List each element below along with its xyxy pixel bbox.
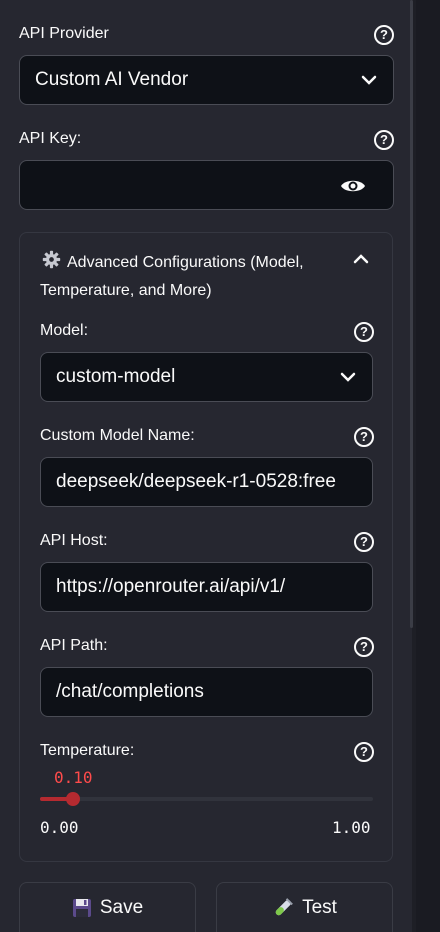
temperature-value: 0.10 [54, 768, 93, 787]
scrollbar-thumb[interactable] [410, 0, 413, 628]
main-area-edge [416, 0, 440, 932]
test-label: Test [302, 896, 337, 918]
api-host-value: https://openrouter.ai/api/v1/ [56, 576, 286, 597]
temperature-max: 1.00 [332, 818, 371, 837]
save-button[interactable]: Save [19, 882, 196, 932]
eye-icon[interactable] [340, 177, 366, 195]
help-icon[interactable]: ? [354, 742, 374, 762]
chevron-down-icon [361, 75, 377, 85]
help-icon[interactable]: ? [354, 532, 374, 552]
api-path-label: API Path: [40, 637, 108, 654]
help-icon[interactable]: ? [354, 322, 374, 342]
chevron-down-icon [340, 372, 356, 382]
help-icon[interactable]: ? [374, 130, 394, 150]
api-key-input[interactable] [19, 160, 394, 210]
help-icon[interactable]: ? [374, 25, 394, 45]
floppy-disk-icon [72, 898, 91, 917]
save-label: Save [99, 896, 144, 918]
temperature-min: 0.00 [40, 818, 79, 837]
provider-label: API Provider [19, 25, 109, 42]
custom-model-value: deepseek/deepseek-r1-0528:free [56, 471, 336, 492]
test-tube-icon [275, 897, 293, 915]
temperature-label: Temperature: [40, 742, 135, 759]
custom-model-input[interactable]: deepseek/deepseek-r1-0528:free [40, 457, 373, 507]
api-host-label: API Host: [40, 532, 108, 549]
api-path-value: /chat/completions [56, 681, 204, 702]
temperature-slider[interactable] [40, 792, 373, 806]
help-icon[interactable]: ? [354, 637, 374, 657]
help-icon[interactable]: ? [354, 427, 374, 447]
test-button[interactable]: Test [216, 882, 393, 932]
model-label: Model: [40, 322, 89, 339]
model-value: custom-model [56, 366, 176, 387]
chevron-up-icon[interactable] [353, 254, 369, 264]
provider-value: Custom AI Vendor [35, 69, 189, 90]
provider-select[interactable]: Custom AI Vendor [19, 55, 394, 105]
api-path-input[interactable]: /chat/completions [40, 667, 373, 717]
advanced-expander-header[interactable]: Advanced Configurations (Model, Temperat… [40, 249, 330, 305]
api-host-input[interactable]: https://openrouter.ai/api/v1/ [40, 562, 373, 612]
custom-model-label: Custom Model Name: [40, 427, 195, 444]
advanced-title: Advanced Configurations (Model, Temperat… [40, 254, 304, 299]
api-key-label: API Key: [19, 130, 82, 147]
model-select[interactable]: custom-model [40, 352, 373, 402]
